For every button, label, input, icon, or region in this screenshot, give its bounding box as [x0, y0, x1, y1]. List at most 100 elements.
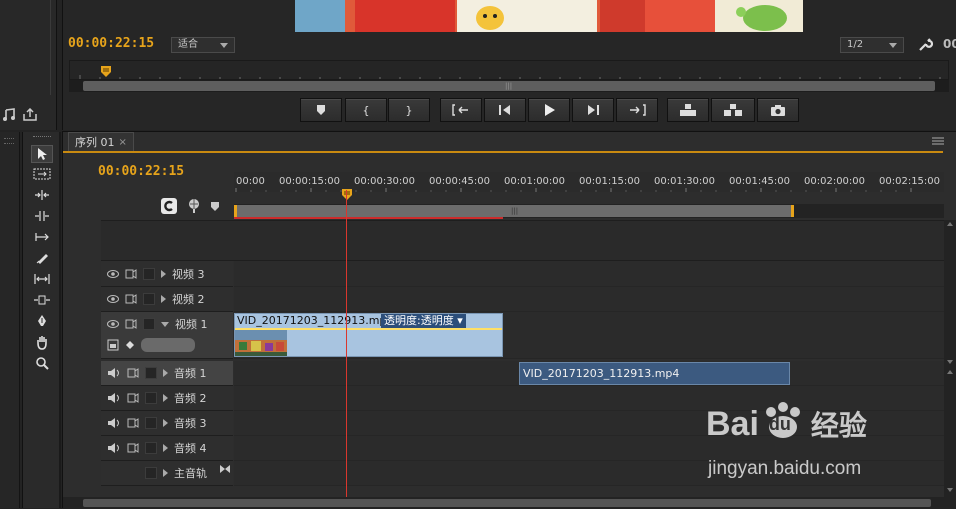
speaker-icon[interactable] [107, 392, 121, 404]
lock-toggle[interactable] [145, 417, 157, 429]
play-button[interactable] [528, 98, 570, 122]
filmstrip-icon[interactable] [125, 294, 137, 304]
slip-tool-icon[interactable] [31, 270, 53, 288]
export-frame-button[interactable] [757, 98, 799, 122]
lock-toggle[interactable] [143, 268, 155, 280]
track-lane-video-2[interactable] [234, 287, 944, 312]
lock-toggle[interactable] [145, 467, 157, 479]
keyframe-navigator[interactable] [141, 338, 195, 352]
lock-toggle[interactable] [143, 318, 155, 330]
filmstrip-icon[interactable] [127, 393, 139, 403]
vertical-scrollbar[interactable] [944, 220, 956, 500]
eye-icon[interactable] [107, 294, 119, 304]
filmstrip-icon[interactable] [125, 269, 137, 279]
rate-stretch-tool-icon[interactable] [31, 228, 53, 246]
track-header-audio-1: 音频 1 [101, 361, 233, 386]
sequence-timecode[interactable]: 00:00:22:15 [98, 164, 184, 179]
mark-out-button[interactable]: } [388, 98, 430, 122]
collapse-track-icon[interactable] [161, 321, 169, 327]
go-to-out-button[interactable] [616, 98, 658, 122]
lift-button[interactable] [667, 98, 709, 122]
resolution-dropdown[interactable]: 1/2 [840, 37, 904, 53]
monitor-zoom-bar[interactable]: ||| [69, 80, 949, 92]
add-marker-globe-icon[interactable] [187, 198, 201, 214]
horizontal-scrollbar[interactable] [63, 497, 956, 509]
camera-icon [771, 104, 785, 116]
music-note-icon[interactable] [2, 108, 16, 122]
scroll-down-icon[interactable] [947, 360, 953, 364]
expand-track-icon[interactable] [163, 369, 168, 377]
master-link-icon[interactable] [219, 464, 231, 474]
keyframe-icon[interactable] [125, 340, 135, 350]
rolling-edit-tool-icon[interactable] [31, 207, 53, 225]
track-select-tool-icon[interactable] [31, 165, 53, 183]
snap-button[interactable] [161, 198, 177, 214]
work-area-bar[interactable]: ||| [234, 205, 794, 217]
lock-toggle[interactable] [145, 367, 157, 379]
timeline-playhead-icon[interactable] [341, 188, 353, 202]
lock-toggle[interactable] [145, 392, 157, 404]
hand-tool-icon[interactable] [31, 333, 53, 351]
close-icon[interactable]: × [119, 133, 127, 152]
track-header-video-3: 视频 3 [101, 261, 233, 287]
display-style-icon[interactable] [107, 339, 119, 351]
ruler-label: 00:01:00:00 [504, 176, 566, 187]
audio-clip[interactable]: VID_20171203_112913.mp4 [519, 362, 790, 385]
speaker-icon[interactable] [107, 367, 121, 379]
playhead-line[interactable] [346, 190, 347, 500]
tab-sequence-label: 序列 01 [75, 136, 115, 149]
expand-track-icon[interactable] [161, 295, 166, 303]
mark-in-icon: { [362, 103, 370, 117]
zoom-tool-icon[interactable] [31, 354, 53, 372]
scroll-up-icon[interactable] [947, 370, 953, 374]
chevron-down-icon [889, 42, 897, 48]
panel-grip[interactable] [33, 136, 51, 138]
marker-icon [317, 105, 325, 115]
expand-track-icon[interactable] [163, 394, 168, 402]
track-lane-video-3[interactable] [234, 261, 944, 287]
scroll-down-icon[interactable] [947, 488, 953, 492]
filmstrip-icon[interactable] [127, 443, 139, 453]
step-forward-button[interactable] [572, 98, 614, 122]
tab-sequence[interactable]: 序列 01 × [68, 132, 134, 152]
expand-track-icon[interactable] [161, 270, 166, 278]
filmstrip-icon[interactable] [127, 418, 139, 428]
expand-track-icon[interactable] [163, 469, 168, 477]
video-clip[interactable]: VID_20171203_112913.mp4 透明度:透明度 ▾ [234, 313, 503, 357]
lock-toggle[interactable] [145, 442, 157, 454]
program-timecode[interactable]: 00:00:22:15 [68, 36, 154, 51]
mark-in-button[interactable]: { [345, 98, 387, 122]
eye-icon[interactable] [107, 319, 119, 329]
scroll-up-icon[interactable] [947, 222, 953, 226]
go-to-in-button[interactable] [440, 98, 482, 122]
expand-track-icon[interactable] [163, 419, 168, 427]
monitor-playhead-icon[interactable] [100, 65, 112, 79]
fit-dropdown[interactable]: 适合 [171, 37, 235, 53]
monitor-time-ruler[interactable] [69, 60, 949, 80]
step-back-button[interactable] [484, 98, 526, 122]
extract-button[interactable] [711, 98, 755, 122]
slide-tool-icon[interactable] [31, 291, 53, 309]
panel-grip[interactable] [4, 138, 14, 144]
eye-icon[interactable] [107, 269, 119, 279]
go-to-in-icon [452, 104, 468, 116]
filmstrip-icon[interactable] [125, 319, 137, 329]
export-icon[interactable] [22, 108, 38, 122]
add-marker-button[interactable] [300, 98, 342, 122]
horizontal-scroll-thumb[interactable] [83, 499, 931, 507]
marker-icon[interactable] [210, 201, 220, 212]
lock-toggle[interactable] [143, 293, 155, 305]
video-preview [295, 0, 803, 32]
resolution-dropdown-value: 1/2 [847, 39, 864, 50]
wrench-icon[interactable] [917, 37, 933, 53]
speaker-icon[interactable] [107, 442, 121, 454]
razor-tool-icon[interactable] [31, 249, 53, 267]
pen-tool-icon[interactable] [31, 312, 53, 330]
panel-menu-icon[interactable] [931, 136, 945, 146]
filmstrip-icon[interactable] [127, 368, 139, 378]
speaker-icon[interactable] [107, 417, 121, 429]
ripple-edit-tool-icon[interactable] [31, 186, 53, 204]
expand-track-icon[interactable] [163, 444, 168, 452]
clip-effect-dropdown[interactable]: 透明度:透明度 ▾ [381, 314, 466, 328]
selection-tool-icon[interactable] [31, 145, 53, 163]
